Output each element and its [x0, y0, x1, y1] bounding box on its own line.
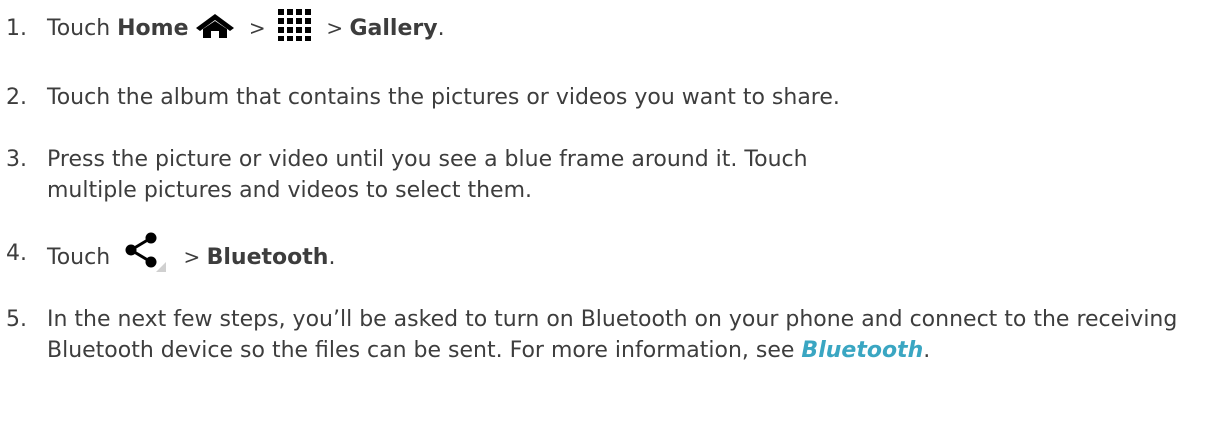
step-number: 4. — [6, 241, 27, 266]
step-suffix: . — [328, 245, 336, 270]
step-suffix: . — [437, 16, 445, 41]
separator: > — [242, 16, 272, 40]
separator: > — [320, 16, 350, 40]
home-label: Home — [117, 16, 189, 41]
step-text: Press the picture or video until you see… — [47, 147, 808, 203]
step-prefix: Touch — [47, 245, 118, 270]
share-icon — [123, 232, 167, 272]
step-suffix: . — [923, 338, 931, 363]
separator: > — [177, 245, 207, 269]
step-number: 3. — [6, 147, 27, 172]
step-body: In the next few steps, you’ll be asked t… — [47, 307, 1178, 363]
step-number: 1. — [6, 16, 27, 41]
home-icon — [195, 13, 235, 39]
step-number: 5. — [6, 307, 27, 332]
bluetooth-label: Bluetooth — [206, 245, 329, 270]
apps-grid-icon — [278, 9, 312, 41]
gallery-label: Gallery — [349, 16, 438, 41]
step-number: 2. — [6, 85, 27, 110]
step-text: In the next few steps, you’ll be asked t… — [47, 304, 1207, 366]
step-text: Touch Home > > Gallery. — [47, 9, 1197, 45]
step-prefix: Touch — [47, 16, 118, 41]
step-text: Touch > Bluetooth. — [47, 232, 1197, 278]
step-text: Touch the album that contains the pictur… — [47, 85, 840, 110]
bluetooth-link[interactable]: Bluetooth — [801, 338, 923, 363]
